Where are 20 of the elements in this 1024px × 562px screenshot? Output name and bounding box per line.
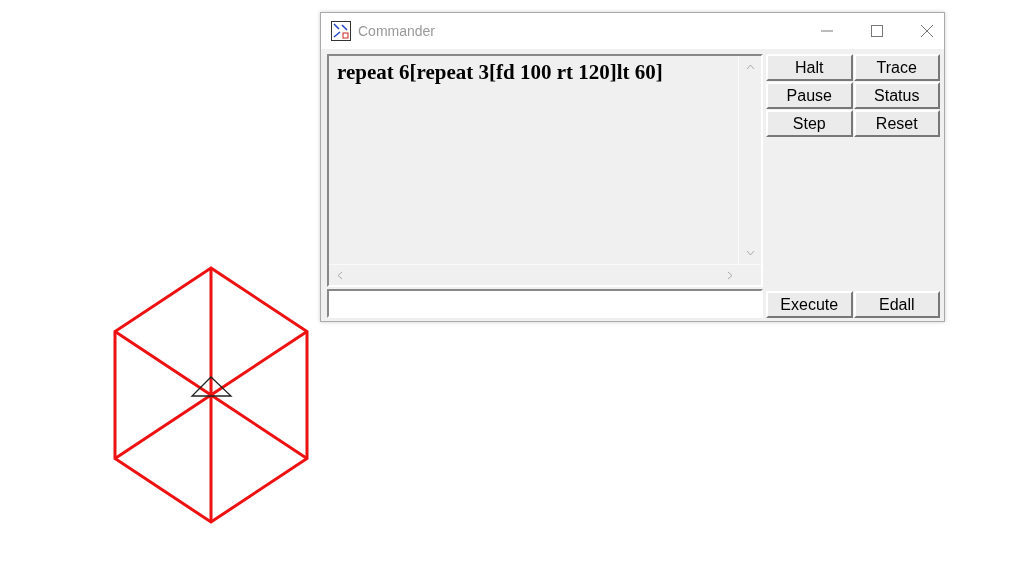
- command-button[interactable]: Step: [766, 110, 853, 137]
- command-button[interactable]: Status: [853, 82, 940, 109]
- command-button[interactable]: Reset: [853, 110, 940, 137]
- scroll-down-icon[interactable]: [745, 250, 755, 256]
- action-button[interactable]: Execute: [766, 291, 853, 318]
- command-history-text: repeat 6[repeat 3[fd 100 rt 120]lt 60]: [336, 59, 664, 86]
- window-title: Commander: [358, 23, 436, 39]
- command-button[interactable]: Halt: [766, 54, 853, 81]
- command-input-field[interactable]: [327, 289, 763, 318]
- scroll-left-icon[interactable]: [337, 270, 343, 280]
- command-button[interactable]: Pause: [766, 82, 853, 109]
- close-icon[interactable]: [920, 24, 934, 38]
- app-icon: [331, 21, 351, 41]
- history-area[interactable]: repeat 6[repeat 3[fd 100 rt 120]lt 60]: [327, 54, 763, 287]
- action-button[interactable]: Edall: [853, 291, 940, 318]
- scroll-right-icon[interactable]: [727, 270, 733, 280]
- turtle-icon: [190, 376, 233, 397]
- command-button[interactable]: Trace: [853, 54, 940, 81]
- scroll-up-icon[interactable]: [745, 64, 755, 70]
- maximize-icon[interactable]: [870, 24, 884, 38]
